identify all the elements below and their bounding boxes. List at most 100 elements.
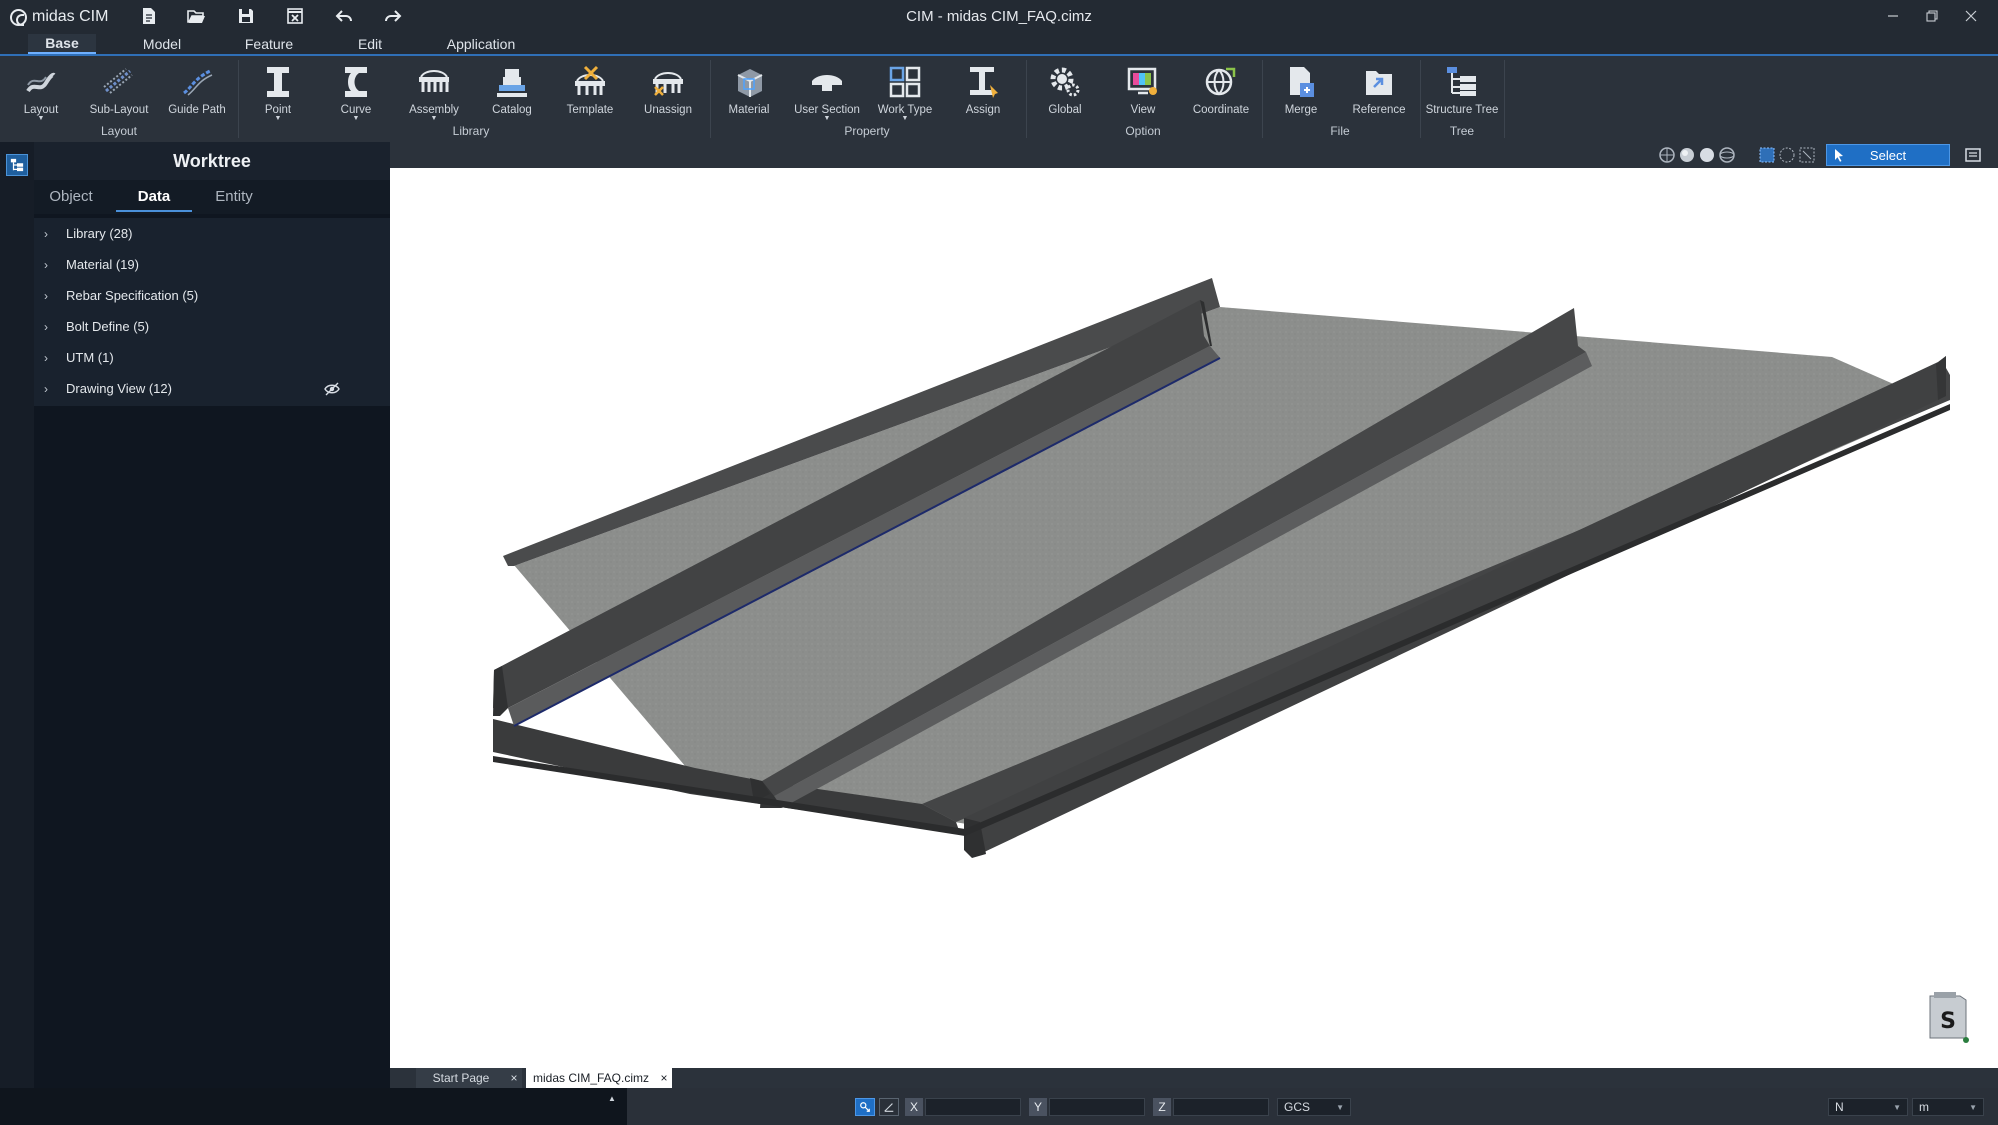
template-label: Template bbox=[566, 104, 614, 116]
tab-model[interactable]: Model bbox=[124, 34, 200, 54]
worktree-title: Worktree bbox=[34, 142, 390, 180]
merge-button[interactable]: Merge bbox=[1264, 62, 1338, 124]
restore-button[interactable] bbox=[1917, 4, 1947, 28]
guide-path-icon bbox=[177, 62, 217, 102]
group-tree-label: Tree bbox=[1449, 124, 1475, 138]
save-icon bbox=[239, 9, 253, 23]
snap-icon bbox=[860, 1102, 870, 1112]
close-file-button[interactable] bbox=[282, 4, 308, 28]
doc-tab-active-file[interactable]: midas CIM_FAQ.cimz × bbox=[526, 1068, 672, 1088]
catalog-button[interactable]: Catalog bbox=[475, 62, 549, 124]
group-library-label: Library bbox=[452, 124, 490, 138]
redo-button[interactable] bbox=[380, 4, 406, 28]
tab-object[interactable]: Object bbox=[38, 180, 104, 214]
guide-path-button[interactable]: Guide Path bbox=[160, 62, 234, 124]
close-icon bbox=[1965, 10, 1977, 22]
tree-item-drawing-view[interactable]: › Drawing View (12) bbox=[34, 373, 390, 404]
snap-widget[interactable]: S bbox=[1922, 990, 1972, 1044]
close-tab-icon[interactable]: × bbox=[506, 1071, 522, 1085]
tab-base[interactable]: Base bbox=[28, 34, 96, 54]
z-coord-input[interactable] bbox=[1173, 1098, 1269, 1116]
tree-item-label: Drawing View (12) bbox=[66, 381, 172, 396]
snap-s-icon: S bbox=[1929, 992, 1969, 1043]
chevron-right-icon[interactable]: › bbox=[44, 320, 56, 334]
doc-tab-start-page[interactable]: Start Page × bbox=[416, 1068, 522, 1088]
worktree-panel-toggle[interactable] bbox=[6, 154, 28, 176]
work-type-button[interactable]: Work Type ▼ bbox=[868, 62, 942, 124]
assembly-button[interactable]: Assembly ▼ bbox=[397, 62, 471, 124]
tree-item-label: Library (28) bbox=[66, 226, 133, 241]
tab-feature[interactable]: Feature bbox=[228, 34, 310, 54]
worktree-tabs: Object Data Entity bbox=[34, 180, 390, 214]
collapse-up-icon[interactable]: ▲ bbox=[608, 1094, 616, 1103]
box-select-icon[interactable] bbox=[1758, 146, 1776, 164]
global-button[interactable]: Global bbox=[1028, 62, 1102, 124]
close-window-button[interactable] bbox=[1956, 4, 1986, 28]
snap-toggle-button[interactable] bbox=[855, 1098, 875, 1116]
tab-entity[interactable]: Entity bbox=[200, 180, 268, 214]
tab-edit[interactable]: Edit bbox=[340, 34, 400, 54]
undo-button[interactable] bbox=[331, 4, 357, 28]
shaded-edges-icon[interactable] bbox=[1678, 146, 1696, 164]
tree-item-library[interactable]: › Library (28) bbox=[34, 218, 390, 249]
length-unit-value: m bbox=[1919, 1100, 1929, 1114]
reference-button[interactable]: Reference bbox=[1342, 62, 1416, 124]
sub-layout-button[interactable]: Sub-Layout bbox=[82, 62, 156, 124]
wireframe-icon[interactable] bbox=[1718, 146, 1736, 164]
tree-item-bolt-define[interactable]: › Bolt Define (5) bbox=[34, 311, 390, 342]
x-coord-input[interactable] bbox=[925, 1098, 1021, 1116]
material-button[interactable]: Material bbox=[712, 62, 786, 124]
save-button[interactable] bbox=[233, 4, 259, 28]
tree-item-utm[interactable]: › UTM (1) bbox=[34, 342, 390, 373]
length-unit-select[interactable]: m ▼ bbox=[1912, 1098, 1984, 1116]
worktree-panel: Worktree Object Data Entity › Library (2… bbox=[34, 142, 390, 1088]
close-tab-icon[interactable]: × bbox=[656, 1071, 672, 1085]
layout-button[interactable]: Layout ▼ bbox=[4, 62, 78, 124]
open-file-button[interactable] bbox=[183, 4, 209, 28]
tab-data[interactable]: Data bbox=[116, 180, 192, 212]
view-button[interactable]: View bbox=[1106, 62, 1180, 124]
point-button[interactable]: Point ▼ bbox=[241, 62, 315, 124]
assign-button[interactable]: Assign bbox=[946, 62, 1020, 124]
ortho-toggle-button[interactable] bbox=[879, 1098, 899, 1116]
template-button[interactable]: Template bbox=[553, 62, 627, 124]
hidden-eye-icon[interactable] bbox=[324, 381, 340, 397]
window-select-icon[interactable] bbox=[1798, 146, 1816, 164]
unassign-button[interactable]: Unassign bbox=[631, 62, 705, 124]
z-coord-label: Z bbox=[1153, 1098, 1171, 1116]
view-orbit-icon[interactable] bbox=[1658, 146, 1676, 164]
coordinate-button[interactable]: Coordinate bbox=[1184, 62, 1258, 124]
chevron-right-icon[interactable]: › bbox=[44, 351, 56, 365]
catalog-icon bbox=[492, 62, 532, 102]
reference-label: Reference bbox=[1352, 104, 1406, 116]
chevron-right-icon[interactable]: › bbox=[44, 227, 56, 241]
chevron-right-icon[interactable]: › bbox=[44, 258, 56, 272]
tree-item-material[interactable]: › Material (19) bbox=[34, 249, 390, 280]
chevron-right-icon[interactable]: › bbox=[44, 289, 56, 303]
minimize-button[interactable] bbox=[1878, 4, 1908, 28]
tree-item-rebar-specification[interactable]: › Rebar Specification (5) bbox=[34, 280, 390, 311]
y-coord-input[interactable] bbox=[1049, 1098, 1145, 1116]
curve-button[interactable]: Curve ▼ bbox=[319, 62, 393, 124]
bridge-deck-model bbox=[493, 278, 1950, 858]
coord-system-select[interactable]: GCS ▼ bbox=[1277, 1098, 1351, 1116]
select-mode-button[interactable]: Select bbox=[1826, 144, 1950, 166]
structure-tree-button[interactable]: Structure Tree bbox=[1422, 62, 1502, 124]
catalog-label: Catalog bbox=[492, 104, 532, 116]
folder-open-icon bbox=[187, 10, 205, 23]
unassign-label: Unassign bbox=[644, 104, 692, 116]
force-unit-value: N bbox=[1835, 1100, 1844, 1114]
new-file-button[interactable] bbox=[136, 4, 162, 28]
force-unit-select[interactable]: N ▼ bbox=[1828, 1098, 1908, 1116]
tab-application[interactable]: Application bbox=[434, 34, 528, 54]
point-icon bbox=[258, 62, 298, 102]
user-section-button[interactable]: User Section ▼ bbox=[790, 62, 864, 124]
shaded-icon[interactable] bbox=[1698, 146, 1716, 164]
worktree-list: › Library (28) › Material (19) › Rebar S… bbox=[34, 218, 390, 406]
group-option-label: Option bbox=[1125, 124, 1161, 138]
model-viewport[interactable]: S bbox=[390, 168, 1998, 1068]
globe-icon bbox=[1201, 62, 1241, 102]
chevron-right-icon[interactable]: › bbox=[44, 382, 56, 396]
panel-options-icon[interactable] bbox=[1964, 146, 1982, 164]
circle-select-icon[interactable] bbox=[1778, 146, 1796, 164]
